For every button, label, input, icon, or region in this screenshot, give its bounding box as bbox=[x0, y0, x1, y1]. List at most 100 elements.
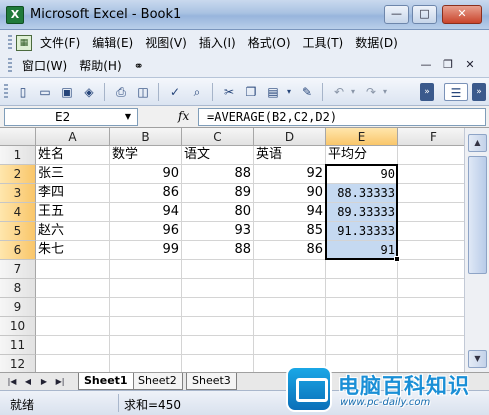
fill-handle[interactable] bbox=[394, 256, 400, 262]
cell-d8[interactable] bbox=[254, 279, 326, 298]
menu-insert[interactable]: 插入(I) bbox=[193, 33, 242, 53]
sheet-tab-3[interactable]: Sheet3 bbox=[186, 373, 237, 390]
maximize-button[interactable]: □ bbox=[412, 5, 437, 24]
copy-icon[interactable]: ❐ bbox=[242, 83, 260, 101]
menu-edit[interactable]: 编辑(E) bbox=[86, 33, 139, 53]
cell-c12[interactable] bbox=[182, 355, 254, 372]
align-left-icon[interactable]: ☰ bbox=[444, 83, 468, 101]
doc-restore-button[interactable]: ❐ bbox=[440, 58, 456, 72]
close-button[interactable]: ✕ bbox=[442, 5, 482, 24]
research-icon[interactable]: ⌕ bbox=[188, 83, 206, 101]
row-header-2[interactable]: 2 bbox=[0, 165, 36, 184]
cell-d2[interactable]: 92 bbox=[254, 165, 326, 184]
menu-window[interactable]: 窗口(W) bbox=[16, 56, 73, 76]
cell-e11[interactable] bbox=[326, 336, 398, 355]
cell-e5[interactable]: 91.33333 bbox=[326, 222, 398, 241]
cell-e8[interactable] bbox=[326, 279, 398, 298]
row-header-1[interactable]: 1 bbox=[0, 146, 36, 165]
row-header-11[interactable]: 11 bbox=[0, 336, 36, 355]
save-icon[interactable]: ▣ bbox=[58, 83, 76, 101]
cell-e9[interactable] bbox=[326, 298, 398, 317]
workbook-icon[interactable]: ▦ bbox=[16, 35, 32, 51]
cell-c11[interactable] bbox=[182, 336, 254, 355]
vertical-scrollbar[interactable]: ▲ ▼ bbox=[464, 128, 489, 372]
row-header-3[interactable]: 3 bbox=[0, 184, 36, 203]
excel-app-icon[interactable]: X bbox=[6, 6, 24, 24]
cell-d3[interactable]: 90 bbox=[254, 184, 326, 203]
cell-b7[interactable] bbox=[110, 260, 182, 279]
cell-f9[interactable] bbox=[398, 298, 464, 317]
cell-a10[interactable] bbox=[36, 317, 110, 336]
cell-d7[interactable] bbox=[254, 260, 326, 279]
paste-dropdown-icon[interactable]: ▾ bbox=[284, 83, 294, 101]
scrollbar-thumb[interactable] bbox=[468, 156, 487, 274]
cell-c5[interactable]: 93 bbox=[182, 222, 254, 241]
cut-icon[interactable]: ✂ bbox=[220, 83, 238, 101]
print-icon[interactable]: ⎙ bbox=[112, 83, 130, 101]
menu-data[interactable]: 数据(D) bbox=[349, 33, 404, 53]
row-header-9[interactable]: 9 bbox=[0, 298, 36, 317]
cell-f11[interactable] bbox=[398, 336, 464, 355]
cell-a6[interactable]: 朱七 bbox=[36, 241, 110, 260]
cell-f7[interactable] bbox=[398, 260, 464, 279]
row-header-12[interactable]: 12 bbox=[0, 355, 36, 372]
cell-e2[interactable]: 90 bbox=[326, 165, 398, 184]
cell-a3[interactable]: 李四 bbox=[36, 184, 110, 203]
cell-b3[interactable]: 86 bbox=[110, 184, 182, 203]
cell-b5[interactable]: 96 bbox=[110, 222, 182, 241]
cell-e4[interactable]: 89.33333 bbox=[326, 203, 398, 222]
cell-c2[interactable]: 88 bbox=[182, 165, 254, 184]
cell-b4[interactable]: 94 bbox=[110, 203, 182, 222]
cell-a5[interactable]: 赵六 bbox=[36, 222, 110, 241]
cell-b9[interactable] bbox=[110, 298, 182, 317]
cell-a7[interactable] bbox=[36, 260, 110, 279]
cell-f5[interactable] bbox=[398, 222, 464, 241]
cell-d1[interactable]: 英语 bbox=[254, 146, 326, 165]
minimize-button[interactable]: — bbox=[384, 5, 409, 24]
cell-f4[interactable] bbox=[398, 203, 464, 222]
cell-c9[interactable] bbox=[182, 298, 254, 317]
cell-d11[interactable] bbox=[254, 336, 326, 355]
cell-b6[interactable]: 99 bbox=[110, 241, 182, 260]
cell-b1[interactable]: 数学 bbox=[110, 146, 182, 165]
worksheet-grid[interactable]: A B C D E F 1 姓名 数学 语文 英语 平均分 2 张三 90 88 92 90 3 李四 86 89 90 88… bbox=[0, 128, 464, 372]
paste-icon[interactable]: ▤ bbox=[264, 83, 282, 101]
open-icon[interactable]: ▭ bbox=[36, 83, 54, 101]
print-preview-icon[interactable]: ◫ bbox=[134, 83, 152, 101]
column-header-d[interactable]: D bbox=[254, 128, 326, 146]
cell-e3[interactable]: 88.33333 bbox=[326, 184, 398, 203]
cell-c4[interactable]: 80 bbox=[182, 203, 254, 222]
cell-f2[interactable] bbox=[398, 165, 464, 184]
row-header-6[interactable]: 6 bbox=[0, 241, 36, 260]
name-box-dropdown-icon[interactable]: ▼ bbox=[121, 110, 135, 124]
menu-file[interactable]: 文件(F) bbox=[34, 33, 86, 53]
sheet-tab-1[interactable]: Sheet1 bbox=[78, 373, 134, 390]
cell-c7[interactable] bbox=[182, 260, 254, 279]
first-sheet-icon[interactable]: |◀ bbox=[6, 375, 18, 389]
insert-function-icon[interactable]: fx bbox=[178, 109, 189, 123]
menu-help[interactable]: 帮助(H) bbox=[73, 56, 127, 76]
cell-a12[interactable] bbox=[36, 355, 110, 372]
menu-format[interactable]: 格式(O) bbox=[242, 33, 297, 53]
cell-c6[interactable]: 88 bbox=[182, 241, 254, 260]
cell-a4[interactable]: 王五 bbox=[36, 203, 110, 222]
scroll-up-icon[interactable]: ▲ bbox=[468, 134, 487, 152]
column-header-f[interactable]: F bbox=[398, 128, 464, 146]
name-box[interactable]: E2 ▼ bbox=[4, 108, 138, 126]
sheet-tab-2[interactable]: Sheet2 bbox=[132, 373, 183, 390]
formula-input[interactable]: =AVERAGE(B2,C2,D2) bbox=[198, 108, 486, 126]
cell-b12[interactable] bbox=[110, 355, 182, 372]
cell-f10[interactable] bbox=[398, 317, 464, 336]
cell-a11[interactable] bbox=[36, 336, 110, 355]
cell-b10[interactable] bbox=[110, 317, 182, 336]
menu-view[interactable]: 视图(V) bbox=[139, 33, 193, 53]
cell-f8[interactable] bbox=[398, 279, 464, 298]
doc-close-button[interactable]: ✕ bbox=[462, 58, 478, 72]
format-painter-icon[interactable]: ✎ bbox=[298, 83, 316, 101]
link-icon[interactable]: ⚭ bbox=[128, 56, 150, 76]
cell-d4[interactable]: 94 bbox=[254, 203, 326, 222]
cell-d5[interactable]: 85 bbox=[254, 222, 326, 241]
cell-d10[interactable] bbox=[254, 317, 326, 336]
next-sheet-icon[interactable]: ▶ bbox=[38, 375, 50, 389]
column-header-c[interactable]: C bbox=[182, 128, 254, 146]
